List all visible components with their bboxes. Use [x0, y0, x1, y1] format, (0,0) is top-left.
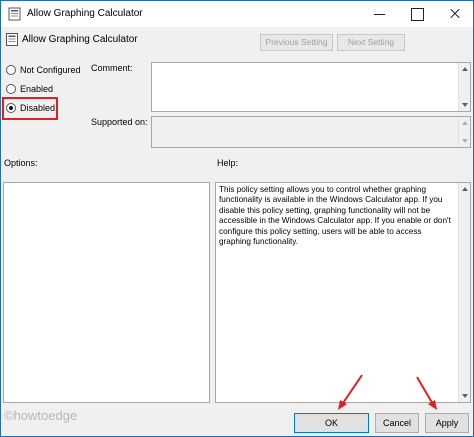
radio-not-configured[interactable]: Not Configured: [6, 63, 81, 77]
comment-scrollbar[interactable]: [458, 63, 470, 111]
help-label: Help:: [217, 158, 239, 168]
policy-app-icon: [8, 7, 21, 21]
help-text: This policy setting allows you to contro…: [219, 185, 451, 247]
window-title: Allow Graphing Calculator: [27, 8, 143, 19]
watermark: ©howtoedge: [4, 408, 78, 423]
comment-label: Comment:: [91, 63, 133, 73]
radio-button[interactable]: [6, 84, 16, 94]
scroll-down-icon[interactable]: [462, 394, 468, 398]
arrow-pointing-apply-icon: [416, 376, 437, 410]
scroll-up-icon[interactable]: [462, 187, 468, 191]
supported-on-scrollbar: [458, 117, 470, 147]
maximize-button[interactable]: [399, 1, 435, 27]
comment-input[interactable]: [151, 62, 471, 112]
minimize-button[interactable]: [361, 1, 399, 27]
scroll-down-icon[interactable]: [462, 103, 468, 107]
radio-label: Not Configured: [20, 65, 81, 75]
next-setting-button[interactable]: Next Setting: [337, 34, 405, 51]
supported-on-field: [151, 116, 471, 148]
radio-enabled[interactable]: Enabled: [6, 82, 53, 96]
help-panel: This policy setting allows you to contro…: [215, 182, 471, 403]
highlight-box-disabled: [2, 97, 58, 120]
radio-button[interactable]: [6, 65, 16, 75]
options-label: Options:: [4, 158, 38, 168]
policy-setting-icon: [6, 33, 18, 46]
close-button[interactable]: [437, 1, 473, 27]
scroll-down-icon: [462, 139, 468, 143]
arrow-pointing-ok-icon: [338, 374, 363, 410]
apply-button[interactable]: Apply: [425, 413, 469, 433]
previous-setting-button[interactable]: Previous Setting: [260, 34, 333, 51]
ok-button[interactable]: OK: [294, 413, 369, 433]
help-scrollbar[interactable]: [458, 183, 470, 402]
cancel-button[interactable]: Cancel: [375, 413, 419, 433]
radio-label: Enabled: [20, 84, 54, 94]
supported-on-label: Supported on:: [91, 117, 148, 127]
policy-dialog: Allow Graphing Calculator Allow Graphing…: [0, 0, 474, 437]
scroll-up-icon: [462, 121, 468, 125]
scroll-up-icon[interactable]: [462, 67, 468, 71]
options-panel: [3, 182, 210, 403]
policy-name: Allow Graphing Calculator: [22, 34, 138, 45]
title-bar: Allow Graphing Calculator: [1, 1, 473, 27]
